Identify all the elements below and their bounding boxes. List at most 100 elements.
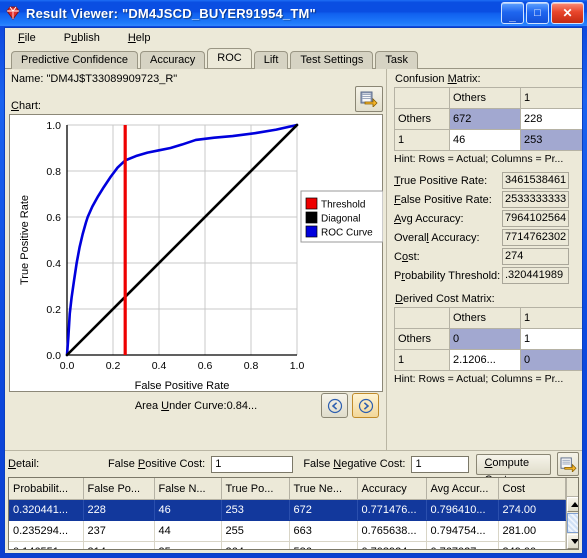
derived-cost-matrix-table: Others 1 Others 0 1 1 2.1206... 0 xyxy=(394,307,582,371)
scrollbar-thumb[interactable] xyxy=(566,513,578,533)
cell-true-positive: 253 xyxy=(221,499,290,521)
column-header-false-positive[interactable]: False Po... xyxy=(83,478,155,500)
column-header-true-positive[interactable]: True Po... xyxy=(221,478,290,500)
cell-1-1[interactable]: 0 xyxy=(520,349,582,371)
menu-item-file[interactable]: FFileile xyxy=(13,30,41,46)
column-header-cost[interactable]: Cost xyxy=(498,478,566,500)
metric-false-positive-rate: False Positive Rate: 2533333333 xyxy=(394,191,578,208)
detail-grid-table: Probabilit... False Po... False N... Tru… xyxy=(9,478,566,549)
cell-false-negative: 35 xyxy=(154,541,222,549)
svg-text:0.2: 0.2 xyxy=(46,304,61,316)
column-header-false-negative[interactable]: False N... xyxy=(154,478,222,500)
cell-false-positive: 228 xyxy=(83,499,155,521)
window-controls: _ □ ✕ xyxy=(501,2,584,24)
cell-probability: 0.320441... xyxy=(9,499,84,521)
cell-true-positive: 264 xyxy=(221,541,290,549)
false-negative-cost-input[interactable]: 1 xyxy=(411,455,470,473)
close-button[interactable]: ✕ xyxy=(551,2,584,24)
cell-false-positive: 237 xyxy=(83,520,155,542)
column-header-accuracy[interactable]: Accuracy xyxy=(357,478,427,500)
table-row[interactable]: 1 46 253 xyxy=(394,129,582,151)
grid-scrollbar[interactable] xyxy=(565,478,578,549)
cell-true-negative: 663 xyxy=(289,520,358,542)
next-arrow-icon[interactable] xyxy=(352,393,379,418)
table-row[interactable]: 1 2.1206... 0 xyxy=(394,349,582,371)
previous-arrow-icon[interactable] xyxy=(321,393,348,418)
svg-text:0.6: 0.6 xyxy=(198,360,213,372)
column-header-avg-accuracy[interactable]: Avg Accur... xyxy=(426,478,499,500)
table-row[interactable]: 0.146551... 314 35 264 586 0.708924... 0… xyxy=(9,541,566,549)
client-area: FFileile Publish Help Predictive Confide… xyxy=(4,27,583,554)
tab-predictive-confidence[interactable]: Predictive Confidence xyxy=(11,51,139,69)
table-row[interactable]: Others 0 1 xyxy=(394,328,582,350)
cell-others-others[interactable]: 672 xyxy=(449,108,521,130)
menu-bar: FFileile Publish Help xyxy=(5,28,582,48)
svg-text:Threshold: Threshold xyxy=(321,200,365,211)
metric-cost: Cost: 274 xyxy=(394,248,578,265)
svg-text:0.6: 0.6 xyxy=(46,212,61,224)
export-chart-icon[interactable] xyxy=(355,86,383,112)
cell-accuracy: 0.708924... xyxy=(357,541,427,549)
result-viewer-window: Result Viewer: "DM4JSCD_BUYER91954_TM" _… xyxy=(0,0,587,558)
chart-nav-buttons xyxy=(321,393,379,418)
scroll-up-icon[interactable] xyxy=(566,497,578,512)
cell-true-positive: 255 xyxy=(221,520,290,542)
confusion-matrix-hint: Hint: Rows = Actual; Columns = Pr... xyxy=(394,153,564,165)
tab-accuracy[interactable]: Accuracy xyxy=(140,51,206,69)
maximize-button[interactable]: □ xyxy=(526,2,549,24)
metric-probability-threshold: Probability Threshold: .320441989 xyxy=(394,267,578,284)
model-name-row: Name: "DM4J$T33089909723_R" xyxy=(9,71,383,86)
minimize-button[interactable]: _ xyxy=(501,2,524,24)
cell-others-1[interactable]: 1 xyxy=(520,328,582,350)
tab-task[interactable]: Task xyxy=(375,51,419,69)
svg-text:True Positive Rate: True Positive Rate xyxy=(19,195,31,285)
tab-strip: Predictive Confidence Accuracy ROC Lift … xyxy=(5,48,582,69)
cell-false-positive: 314 xyxy=(83,541,155,549)
table-row[interactable]: 0.320441... 228 46 253 672 0.771476... 0… xyxy=(9,499,566,521)
cell-avg-accuracy: 0.767027... xyxy=(426,541,499,549)
metric-value[interactable]: 7714762302 xyxy=(502,229,569,246)
svg-text:Diagonal: Diagonal xyxy=(321,214,360,225)
export-grid-icon[interactable] xyxy=(557,452,579,476)
cell-others-others[interactable]: 0 xyxy=(449,328,521,350)
metric-value[interactable]: .320441989 xyxy=(502,267,569,284)
chart-label: Chart: xyxy=(11,100,41,112)
menu-item-help[interactable]: Help xyxy=(123,30,156,46)
metric-value[interactable]: 7964102564 xyxy=(502,210,569,227)
metric-label: True Positive Rate: xyxy=(394,174,488,187)
cell-cost: 349.00 xyxy=(498,541,566,549)
scroll-down-icon[interactable] xyxy=(566,534,578,549)
cell-1-others[interactable]: 46 xyxy=(449,129,521,151)
cell-1-others[interactable]: 2.1206... xyxy=(449,349,521,371)
detail-grid: Probabilit... False Po... False N... Tru… xyxy=(8,477,579,550)
tab-lift[interactable]: Lift xyxy=(253,51,289,69)
column-header-others: Others xyxy=(449,87,521,109)
tab-content-roc: Name: "DM4J$T33089909723_R" Chart: 0.0 0… xyxy=(5,68,582,450)
table-header-row: Others 1 xyxy=(394,87,582,109)
column-header-true-negative[interactable]: True Ne... xyxy=(289,478,358,500)
row-header-1: 1 xyxy=(394,349,450,371)
tab-test-settings[interactable]: Test Settings xyxy=(290,51,374,69)
table-row[interactable]: Others 672 228 xyxy=(394,108,582,130)
maximize-icon: □ xyxy=(534,6,541,19)
cell-avg-accuracy: 0.796410... xyxy=(426,499,499,521)
tab-roc[interactable]: ROC xyxy=(207,48,252,68)
compute-cost-button[interactable]: Compute Cost xyxy=(476,453,552,486)
app-gem-icon xyxy=(4,5,22,21)
cell-1-1[interactable]: 253 xyxy=(520,129,582,151)
row-header-others: Others xyxy=(394,328,450,350)
metric-value[interactable]: 2533333333 xyxy=(502,191,569,208)
cell-false-negative: 44 xyxy=(154,520,222,542)
metric-value[interactable]: 3461538461 xyxy=(502,172,569,189)
cell-true-negative: 586 xyxy=(289,541,358,549)
column-header-probability[interactable]: Probabilit... xyxy=(9,478,84,500)
metric-value[interactable]: 274 xyxy=(502,248,569,265)
metric-label: False Positive Rate: xyxy=(394,193,492,206)
metric-label: Avg Accuracy: xyxy=(394,212,464,225)
detail-label: Detail: xyxy=(8,458,40,470)
menu-item-publish[interactable]: Publish xyxy=(59,30,105,46)
false-positive-cost-input[interactable]: 1 xyxy=(211,455,294,473)
svg-text:0.8: 0.8 xyxy=(46,166,61,178)
table-row[interactable]: 0.235294... 237 44 255 663 0.765638... 0… xyxy=(9,520,566,542)
cell-others-1[interactable]: 228 xyxy=(520,108,582,130)
